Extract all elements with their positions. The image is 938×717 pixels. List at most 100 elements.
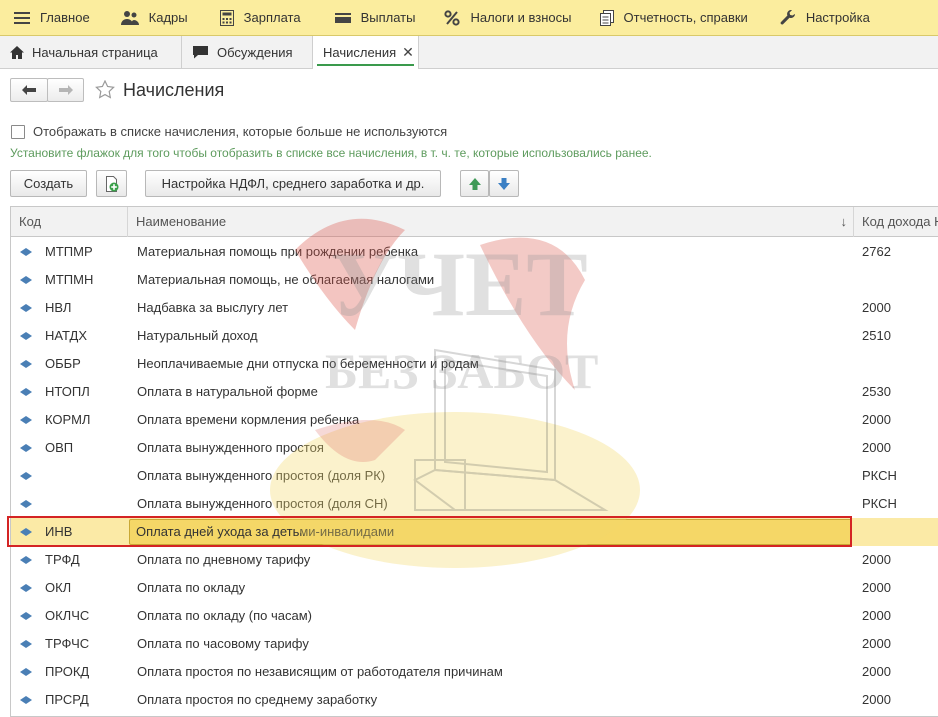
row-marker-icon <box>20 668 32 676</box>
cell-income-code: РКСН <box>862 468 897 483</box>
cell-income-code: 2000 <box>862 552 891 567</box>
section-salary[interactable]: Зарплата <box>219 0 301 35</box>
cell-name: Надбавка за выслугу лет <box>137 300 289 315</box>
cell-income-code: 2530 <box>862 384 891 399</box>
column-header-code[interactable]: Код <box>11 207 128 237</box>
column-header-name[interactable]: Наименование ↓ <box>128 207 854 237</box>
row-marker-icon <box>20 500 32 508</box>
section-settings[interactable]: Настройка <box>780 0 870 35</box>
tab-label: Начисления <box>323 45 397 60</box>
row-marker-icon <box>20 388 32 396</box>
show-unused-label[interactable]: Отображать в списке начисления, которые … <box>33 124 447 139</box>
move-down-button[interactable] <box>489 170 519 197</box>
row-marker-icon <box>20 528 32 536</box>
table-row[interactable]: НТОПЛ Оплата в натуральной форме 2530 <box>11 378 938 406</box>
cell-code: ИНВ <box>45 524 73 539</box>
tab-home[interactable]: Начальная страница <box>0 36 182 68</box>
back-button[interactable] <box>10 78 48 102</box>
cell-income-code: 2000 <box>862 412 891 427</box>
tab-label: Начальная страница <box>32 44 158 60</box>
tab-accruals[interactable]: Начисления ✕ <box>313 36 419 69</box>
cell-code: ТРФЧС <box>45 636 90 651</box>
cell-code <box>45 490 127 518</box>
cell-name: Материальная помощь, не облагаемая налог… <box>137 272 435 287</box>
copy-button[interactable] <box>96 170 127 197</box>
table-row[interactable]: ОВП Оплата вынужденного простоя 2000 <box>11 434 938 462</box>
tab-label: Обсуждения <box>217 44 293 60</box>
section-label: Отчетность, справки <box>623 10 748 25</box>
show-unused-checkbox[interactable] <box>11 125 25 139</box>
row-marker-icon <box>20 360 32 368</box>
cell-income-code: 2510 <box>862 328 891 343</box>
arrow-down-icon <box>498 177 510 190</box>
cell-income-code: 2000 <box>862 636 891 651</box>
column-header-income-code[interactable]: Код дохода Н <box>854 207 938 237</box>
calculator-icon <box>219 9 234 26</box>
table-row[interactable]: ОКЛЧС Оплата по окладу (по часам) 2000 <box>11 602 938 630</box>
accruals-table: Код Наименование ↓ Код дохода Н МТПМР Мат… <box>10 206 938 717</box>
row-marker-icon <box>20 612 32 620</box>
column-header-name-label: Наименование <box>136 214 227 229</box>
move-up-button[interactable] <box>460 170 489 197</box>
row-marker-icon <box>20 584 32 592</box>
cell-income-code: 2000 <box>862 692 891 707</box>
table-row[interactable]: ИНВ Оплата дней ухода за детьми-инвалидам… <box>11 518 938 546</box>
row-marker-icon <box>20 472 32 480</box>
section-payments[interactable]: Выплаты <box>334 0 416 35</box>
percent-icon <box>444 9 461 26</box>
cell-name: Оплата простоя по среднему заработку <box>137 692 378 707</box>
table-row[interactable]: ПРОКД Оплата простоя по независящим от ра… <box>11 658 938 686</box>
cell-code: ТРФД <box>45 552 80 567</box>
arrow-up-icon <box>468 177 481 190</box>
row-marker-icon <box>20 304 32 312</box>
cell-income-code: РКСН <box>862 496 897 511</box>
row-marker-icon <box>20 276 32 284</box>
cell-code: ОББР <box>45 356 81 371</box>
table-row[interactable]: МТПМН Материальная помощь, не облагаемая … <box>11 266 938 294</box>
cell-income-code: 2000 <box>862 664 891 679</box>
table-row[interactable]: НАТДХ Натуральный доход 2510 <box>11 322 938 350</box>
cell-code: ОВП <box>45 440 74 455</box>
ndfl-settings-button[interactable]: Настройка НДФЛ, среднего заработка и др. <box>145 170 441 197</box>
cell-income-code <box>862 266 938 294</box>
table-row[interactable]: ПРСРД Оплата простоя по среднему заработк… <box>11 686 938 714</box>
section-taxes[interactable]: Налоги и взносы <box>444 0 572 35</box>
table-row[interactable]: КОРМЛ Оплата времени кормления ребенка 200… <box>11 406 938 434</box>
cell-code: НВЛ <box>45 300 72 315</box>
table-row[interactable]: Оплата вынужденного простоя (доля РК) РКС… <box>11 462 938 490</box>
close-icon[interactable]: ✕ <box>402 44 414 61</box>
cell-code <box>45 462 127 490</box>
open-tabs-bar: Начальная страница Обсуждения Начисления… <box>0 36 938 69</box>
home-icon <box>10 45 24 59</box>
table-row[interactable]: МТПМР Материальная помощь при рождении ре… <box>11 238 938 266</box>
cell-code: МТПМР <box>45 244 93 259</box>
table-row[interactable]: ОКЛ Оплата по окладу 2000 <box>11 574 938 602</box>
table-header: Код Наименование ↓ Код дохода Н <box>11 207 938 237</box>
star-icon[interactable] <box>95 80 115 99</box>
row-marker-icon <box>20 696 32 704</box>
cell-income-code <box>862 350 938 378</box>
cell-name: Оплата вынужденного простоя (доля РК) <box>137 468 386 483</box>
hint-text: Установите флажок для того чтобы отобраз… <box>10 146 652 160</box>
section-reports[interactable]: Отчетность, справки <box>599 0 748 35</box>
tab-discussions[interactable]: Обсуждения <box>182 36 313 68</box>
table-row[interactable]: ОББР Неоплачиваемые дни отпуска по береме… <box>11 350 938 378</box>
cell-name: Оплата в натуральной форме <box>137 384 318 399</box>
row-marker-icon <box>20 444 32 452</box>
create-button[interactable]: Создать <box>10 170 87 197</box>
table-row[interactable]: Оплата вынужденного простоя (доля СН) РКС… <box>11 490 938 518</box>
section-label: Выплаты <box>360 10 416 25</box>
section-personnel[interactable]: Кадры <box>120 0 188 35</box>
cell-code: НАТДХ <box>45 328 88 343</box>
row-marker-icon <box>20 640 32 648</box>
table-row[interactable]: ТРФД Оплата по дневному тарифу 2000 <box>11 546 938 574</box>
table-row[interactable]: НВЛ Надбавка за выслугу лет 2000 <box>11 294 938 322</box>
cell-income-code: 2000 <box>862 580 891 595</box>
table-row[interactable]: ТРФЧС Оплата по часовому тарифу 2000 <box>11 630 938 658</box>
cell-name: Оплата дней ухода за детьми-инвалидами <box>129 519 852 545</box>
section-main[interactable]: Главное <box>14 0 90 35</box>
forward-button[interactable] <box>47 78 84 102</box>
cell-name: Материальная помощь при рождении ребенка <box>137 244 419 259</box>
section-label: Налоги и взносы <box>470 10 572 25</box>
cell-name: Оплата вынужденного простоя (доля СН) <box>137 496 388 511</box>
